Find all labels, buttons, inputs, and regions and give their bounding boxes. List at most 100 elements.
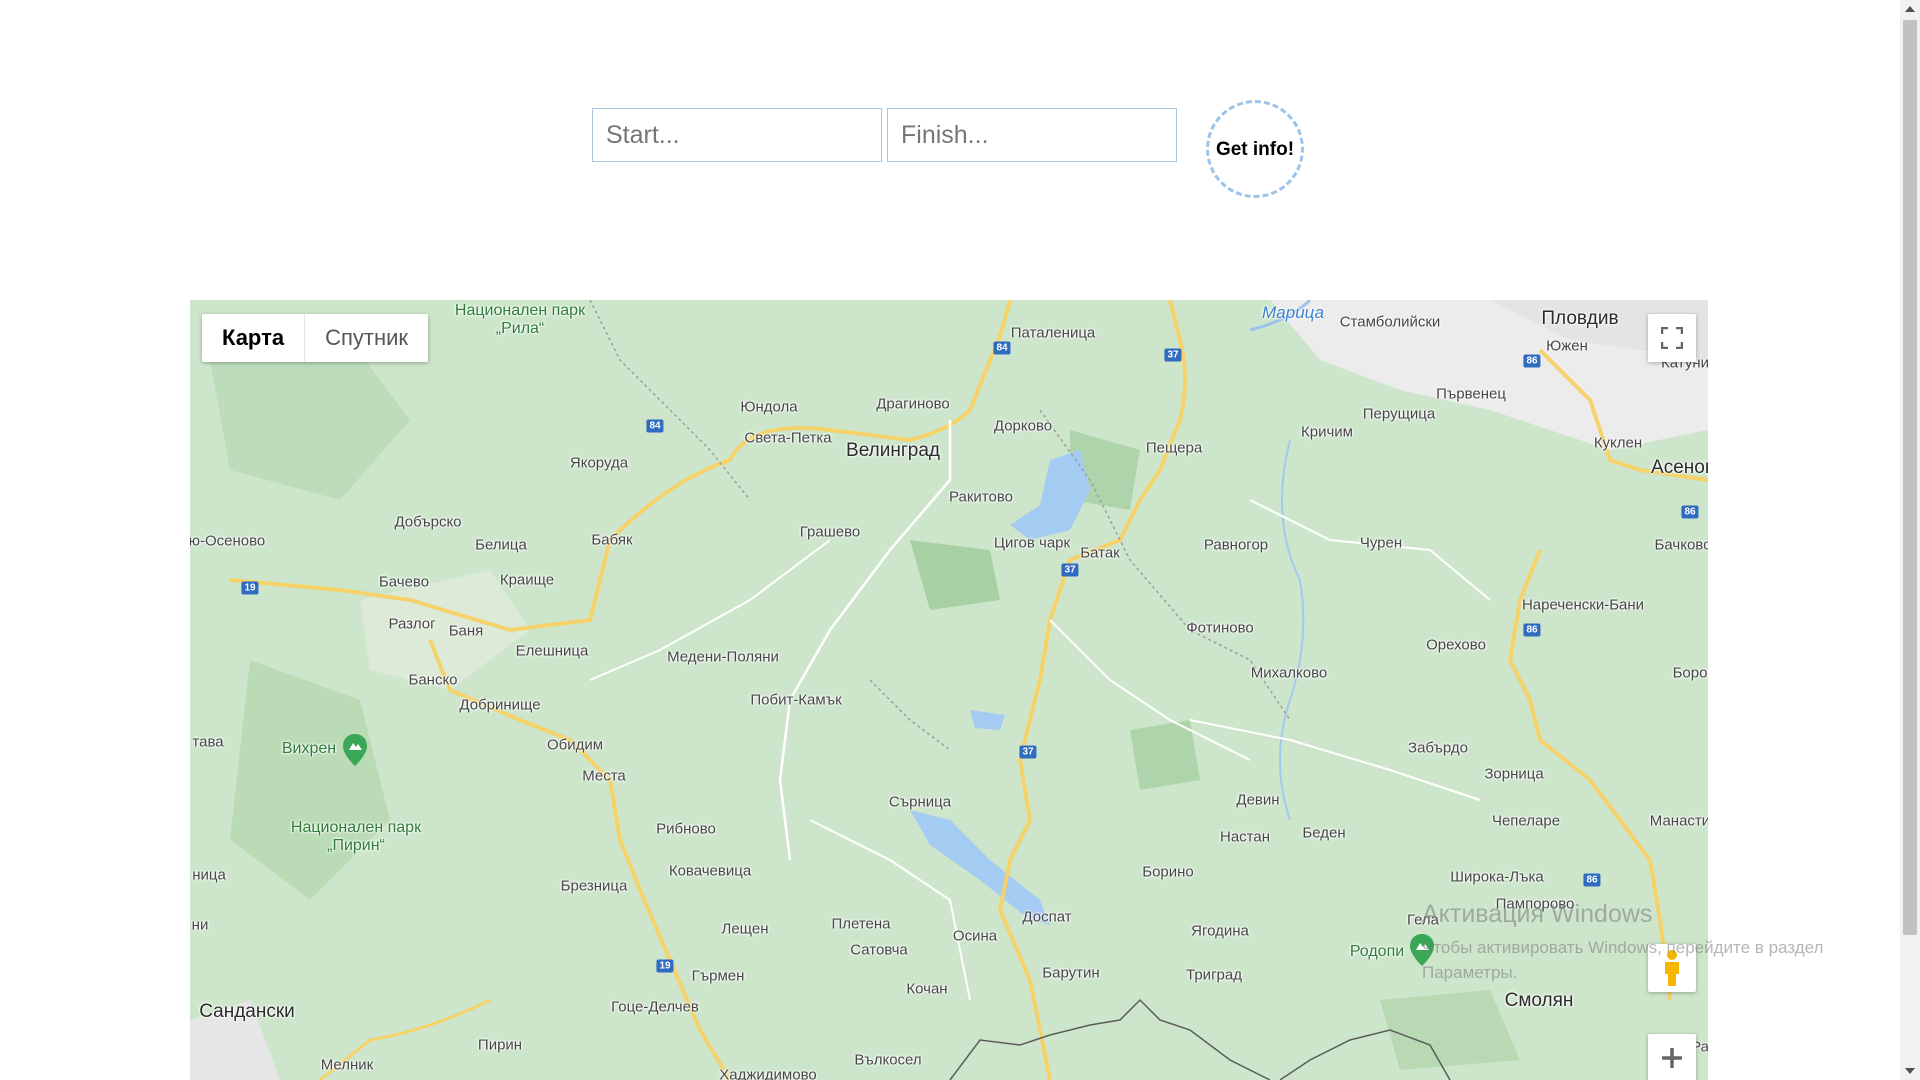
road-shield-19: 19 bbox=[656, 959, 674, 973]
label-village: Ягодина bbox=[1191, 922, 1249, 940]
map-type-control: Карта Спутник bbox=[202, 314, 429, 362]
label-village: Пирин bbox=[477, 1036, 523, 1054]
label-river-maritsa: Марица bbox=[1261, 303, 1325, 322]
label-village: Паталеница bbox=[1010, 324, 1096, 342]
label-village: Равногор bbox=[1203, 536, 1269, 554]
label-village: Чурен bbox=[1359, 534, 1403, 552]
label-park-rila: Национален парк „Рила“ bbox=[454, 302, 586, 337]
label-village: Боро bbox=[1672, 664, 1708, 682]
label-village: Забърдо bbox=[1408, 739, 1468, 757]
label-village: Света-Петка bbox=[744, 429, 832, 447]
label-village: Белица bbox=[475, 536, 527, 554]
label-city-plovdiv: Пловдив bbox=[1541, 308, 1619, 329]
label-village: Лещен bbox=[721, 920, 769, 938]
road-shield-37: 37 bbox=[1061, 563, 1079, 577]
map[interactable]: 84 84 37 37 37 86 86 86 86 19 19 Национа… bbox=[190, 300, 1708, 1080]
road-shield-86: 86 bbox=[1681, 505, 1699, 519]
label-village: Побит-Камък bbox=[750, 691, 842, 709]
label-village: Орехово bbox=[1426, 636, 1486, 654]
finish-input[interactable] bbox=[887, 108, 1177, 162]
label-village: Южен bbox=[1546, 337, 1588, 355]
label-village: Сърница bbox=[888, 793, 952, 811]
map-type-map-button[interactable]: Карта bbox=[202, 314, 306, 362]
label-village: Зорница bbox=[1484, 765, 1544, 783]
label-village: Гела bbox=[1406, 911, 1440, 929]
label-village: Брезница bbox=[560, 877, 628, 895]
label-village: Ковачевица bbox=[668, 862, 752, 880]
label-village: Банско bbox=[408, 671, 458, 689]
road-shield-84: 84 bbox=[646, 419, 664, 433]
label-village: ница bbox=[192, 866, 226, 884]
label-village: Добърско bbox=[394, 513, 462, 531]
label-village: Хаджидимово bbox=[719, 1066, 817, 1080]
label-village: Нареченски-Бани bbox=[1521, 596, 1645, 614]
label-village: Драгиново bbox=[876, 395, 950, 413]
fullscreen-button[interactable] bbox=[1648, 314, 1696, 362]
label-village: Цигов чарк bbox=[993, 534, 1071, 552]
label-city-velingrad: Велинград bbox=[846, 440, 940, 461]
label-park-pirin: Национален парк „Пирин“ bbox=[290, 819, 422, 854]
label-village: Мелник bbox=[320, 1056, 374, 1074]
label-village: Батак bbox=[1080, 544, 1120, 562]
label-village: Осина bbox=[952, 927, 998, 945]
fullscreen-icon bbox=[1661, 327, 1683, 349]
label-village: Пампорово bbox=[1495, 895, 1575, 913]
label-village: Стамболийски bbox=[1339, 313, 1441, 331]
label-village: Кочан bbox=[906, 980, 948, 998]
label-village: Доспат bbox=[1022, 908, 1072, 926]
label-village: Триград bbox=[1186, 966, 1242, 984]
label-village: Девин bbox=[1236, 791, 1280, 809]
scroll-down-arrow-icon[interactable] bbox=[1905, 1068, 1915, 1074]
scroll-up-arrow-icon[interactable] bbox=[1905, 6, 1915, 12]
label-village: Места bbox=[582, 767, 626, 785]
label-village: Добринище bbox=[459, 696, 541, 714]
label-city-sandanski: Сандански bbox=[199, 1001, 295, 1022]
label-village: ю-Осеново bbox=[190, 532, 266, 550]
get-info-button[interactable]: Get info! bbox=[1206, 100, 1304, 198]
label-peak-vihren: Вихрен bbox=[281, 740, 337, 757]
label-village: Медени-Поляни bbox=[667, 648, 779, 666]
mountain-marker-icon[interactable] bbox=[1410, 934, 1434, 971]
label-village: Широка-Лъка bbox=[1450, 868, 1544, 886]
label-village: Бачково bbox=[1654, 536, 1708, 554]
label-village: Вълкосел bbox=[854, 1051, 922, 1069]
zoom-in-button[interactable] bbox=[1648, 1034, 1696, 1080]
road-shield-86: 86 bbox=[1523, 354, 1541, 368]
label-village: Баня bbox=[448, 622, 484, 640]
plus-icon bbox=[1662, 1048, 1682, 1068]
label-village: Борино bbox=[1142, 863, 1194, 881]
road-shield-37: 37 bbox=[1019, 745, 1037, 759]
label-village: ни bbox=[191, 916, 209, 934]
map-terrain bbox=[190, 300, 1708, 1080]
mountain-marker-icon[interactable] bbox=[343, 734, 367, 771]
label-village: Обидим bbox=[546, 736, 604, 754]
label-village: Барутин bbox=[1042, 964, 1100, 982]
label-village: Якоруда bbox=[569, 454, 629, 472]
scrollbar-thumb[interactable] bbox=[1903, 20, 1917, 935]
label-village: Разлог bbox=[388, 615, 436, 633]
label-village: Сатовча bbox=[850, 941, 908, 959]
road-shield-37: 37 bbox=[1164, 348, 1182, 362]
label-village: Юндола bbox=[740, 398, 798, 416]
label-village: Първенец bbox=[1436, 385, 1506, 403]
map-type-satellite-button[interactable]: Спутник bbox=[305, 314, 428, 362]
label-village: Краище bbox=[499, 571, 555, 589]
label-village: Куклен bbox=[1593, 434, 1643, 452]
road-shield-86: 86 bbox=[1583, 873, 1601, 887]
label-village: Бабяк bbox=[591, 531, 633, 549]
label-village: Грашево bbox=[799, 523, 861, 541]
label-village: Перущица bbox=[1362, 405, 1436, 423]
pegman-icon bbox=[1665, 950, 1679, 986]
label-city-smolyan: Смолян bbox=[1504, 990, 1574, 1011]
label-village: Чепеларе bbox=[1491, 812, 1561, 830]
label-village: Ракитово bbox=[949, 488, 1013, 506]
road-shield-84: 84 bbox=[993, 341, 1011, 355]
page: Get info! bbox=[0, 0, 1920, 1080]
label-village: Кричим bbox=[1301, 423, 1353, 441]
label-village: Плетена bbox=[831, 915, 891, 933]
start-input[interactable] bbox=[592, 108, 882, 162]
label-peak-rodopi: Родопи bbox=[1349, 943, 1405, 960]
street-view-button[interactable] bbox=[1648, 944, 1696, 992]
label-village: Гърмен bbox=[691, 967, 745, 985]
vertical-scrollbar[interactable] bbox=[1900, 0, 1920, 1080]
